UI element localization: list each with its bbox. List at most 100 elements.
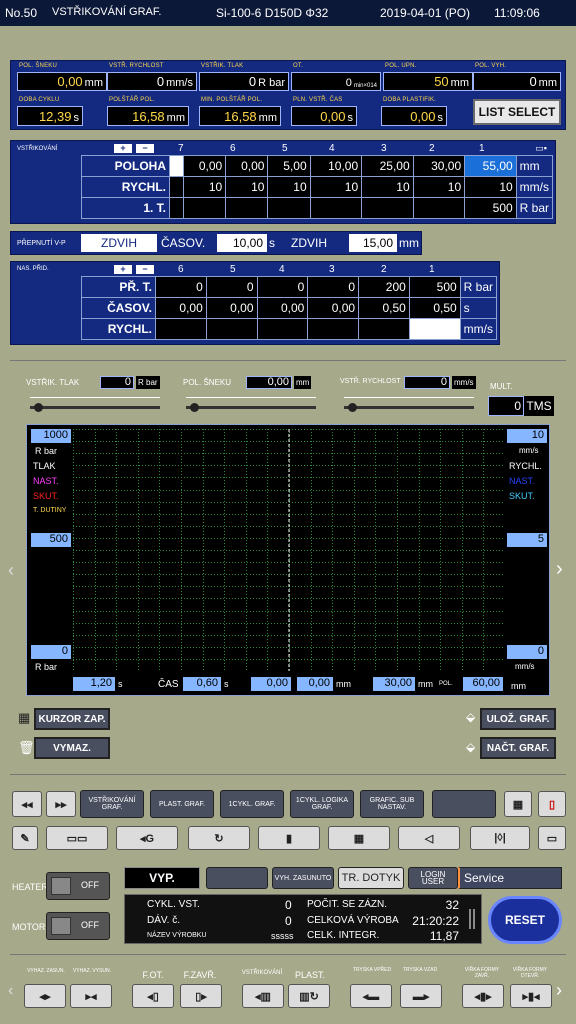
- table-cell[interactable]: [169, 176, 184, 198]
- reset-button[interactable]: RESET: [488, 896, 562, 944]
- next-page-icon[interactable]: ▸▸: [46, 791, 76, 817]
- heater-switch[interactable]: OFF: [46, 872, 110, 900]
- table-cell[interactable]: 0,00: [155, 297, 207, 319]
- nav-graph-sub-settings[interactable]: GRAFIC. SUB NASTAV.: [360, 790, 424, 818]
- table-cell[interactable]: 0: [256, 276, 309, 298]
- scroll-handle-icon[interactable]: [469, 909, 475, 929]
- table-cell[interactable]: 10: [412, 176, 466, 198]
- ejector-retract-button[interactable]: ◂▸: [24, 984, 66, 1008]
- current-user[interactable]: Service: [458, 867, 562, 889]
- right-axis-min[interactable]: 0: [507, 645, 547, 659]
- nozzle-icon[interactable]: ◁: [398, 826, 460, 850]
- nav-empty-button[interactable]: [432, 790, 496, 818]
- table-cell[interactable]: 0,00: [225, 155, 269, 177]
- table-cell[interactable]: 10: [225, 176, 269, 198]
- nav-injection-graph[interactable]: VSTŘIKOVÁNÍ GRAF.: [80, 790, 144, 818]
- chevron-right-icon[interactable]: ›: [556, 980, 562, 1001]
- table-cell[interactable]: 200: [358, 276, 410, 298]
- hold-plus-button[interactable]: +: [114, 265, 132, 274]
- edit-icon[interactable]: ✎: [12, 826, 38, 850]
- left-axis-min[interactable]: 0: [31, 645, 71, 659]
- table-cell[interactable]: 0,00: [205, 297, 258, 319]
- window-icon[interactable]: ▭: [538, 826, 566, 850]
- table-cell[interactable]: 0: [205, 276, 258, 298]
- injection-minus-button[interactable]: −: [136, 144, 154, 153]
- table-cell[interactable]: 10: [267, 176, 311, 198]
- save-graph-button[interactable]: ULOŽ. GRAF.: [480, 708, 556, 730]
- list-select-button[interactable]: LIST SELECT: [473, 99, 561, 125]
- mold-icon[interactable]: |◊|: [470, 826, 530, 850]
- table-cell[interactable]: 0,00: [182, 155, 227, 177]
- mold-height-close-button[interactable]: ◂▮▸: [462, 984, 504, 1008]
- delete-graph-button[interactable]: VYMAZ.: [34, 737, 110, 759]
- switch-zdvih-value[interactable]: 15,00: [349, 234, 397, 252]
- pol-slider[interactable]: [186, 406, 316, 409]
- table-cell[interactable]: 0: [169, 155, 184, 177]
- nozzle-forward-button[interactable]: ◂▬: [350, 984, 392, 1008]
- nav-plast-graph[interactable]: PLAST. GRAF.: [150, 790, 214, 818]
- table-cell[interactable]: 10: [361, 176, 414, 198]
- nozzle-back-button[interactable]: ▬▸: [400, 984, 442, 1008]
- load-graph-button[interactable]: NAČT. GRAF.: [480, 737, 556, 759]
- table-cell[interactable]: 0: [155, 276, 207, 298]
- exit-icon[interactable]: ▯: [538, 791, 566, 817]
- table-cell[interactable]: 10: [309, 176, 363, 198]
- mold-open-button[interactable]: ◂▯: [132, 984, 174, 1008]
- table-cell[interactable]: 25,00: [361, 155, 414, 177]
- grid-icon[interactable]: ▦: [504, 791, 532, 817]
- empty-status-button[interactable]: [206, 867, 268, 889]
- table-cell[interactable]: 30,00: [412, 155, 466, 177]
- table-cell-selected[interactable]: 55,00: [464, 155, 517, 177]
- right-axis-max[interactable]: 10: [507, 429, 547, 443]
- cursor-toggle-button[interactable]: KURZOR ZAP.: [34, 708, 110, 730]
- table-cell[interactable]: 5,00: [267, 155, 311, 177]
- mult-value[interactable]: 0: [488, 396, 524, 416]
- time-scale-value[interactable]: 1,20: [73, 677, 115, 691]
- thermometer-icon[interactable]: ▮: [258, 826, 320, 850]
- rych-slider[interactable]: [344, 406, 474, 409]
- table-cell[interactable]: 0,00: [256, 297, 309, 319]
- injection-plus-button[interactable]: +: [114, 144, 132, 153]
- ejector-advance-button[interactable]: ▸◂: [70, 984, 112, 1008]
- hold-minus-button[interactable]: −: [136, 265, 154, 274]
- chevron-left-icon[interactable]: ‹: [8, 560, 14, 581]
- plast-button[interactable]: ▥↻: [288, 984, 330, 1008]
- nav-cycle-logic-graph[interactable]: 1CYKL. LOGIKA GRAF.: [290, 790, 354, 818]
- table-cell[interactable]: 0,00: [307, 297, 360, 319]
- table-cell[interactable]: 500: [464, 197, 517, 219]
- cycle-icon[interactable]: ↻: [188, 826, 250, 850]
- cube-icon[interactable]: ▦: [328, 826, 390, 850]
- table-cell[interactable]: 0: [307, 276, 360, 298]
- chevron-right-icon[interactable]: ›: [556, 558, 563, 581]
- table-cell[interactable]: 10: [408, 318, 461, 340]
- mold-height-open-button[interactable]: ▸▮◂: [510, 984, 552, 1008]
- table-cell[interactable]: 10: [464, 176, 517, 198]
- slider-knob[interactable]: [34, 403, 43, 412]
- slider-knob[interactable]: [348, 403, 357, 412]
- scale-pol-value[interactable]: 0,00: [246, 376, 292, 389]
- pos-scale-max[interactable]: 60,00: [463, 677, 503, 691]
- table-cell[interactable]: 10: [182, 176, 227, 198]
- pos-scale-min[interactable]: 30,00: [373, 677, 415, 691]
- table-cell[interactable]: 10,00: [309, 155, 363, 177]
- table-cell[interactable]: 500: [408, 276, 461, 298]
- touch-button[interactable]: TR. DOTYK: [338, 867, 404, 889]
- book-icon[interactable]: ▭▭: [46, 826, 108, 850]
- motor-switch[interactable]: OFF: [46, 912, 110, 940]
- slider-knob[interactable]: [190, 403, 199, 412]
- col-2: 2: [429, 143, 435, 154]
- scale-tlak-value[interactable]: 0: [100, 376, 134, 389]
- injection-button[interactable]: ◂▥: [242, 984, 284, 1008]
- switchover-mode-button[interactable]: ZDVIH: [81, 234, 157, 252]
- table-cell[interactable]: 0,50: [408, 297, 461, 319]
- gate-icon[interactable]: ◂G: [116, 826, 178, 850]
- chevron-left-icon[interactable]: ‹: [8, 982, 13, 1000]
- table-cell[interactable]: 0,50: [358, 297, 410, 319]
- left-axis-max[interactable]: 1000: [31, 429, 71, 443]
- mold-close-button[interactable]: ▯▸: [180, 984, 222, 1008]
- switch-cas-value[interactable]: 10,00: [217, 234, 267, 252]
- first-page-icon[interactable]: ◂◂: [12, 791, 42, 817]
- tlak-slider[interactable]: [30, 406, 160, 409]
- nav-cycle-graph[interactable]: 1CYKL. GRAF.: [220, 790, 284, 818]
- scale-rych-value[interactable]: 0: [404, 376, 450, 389]
